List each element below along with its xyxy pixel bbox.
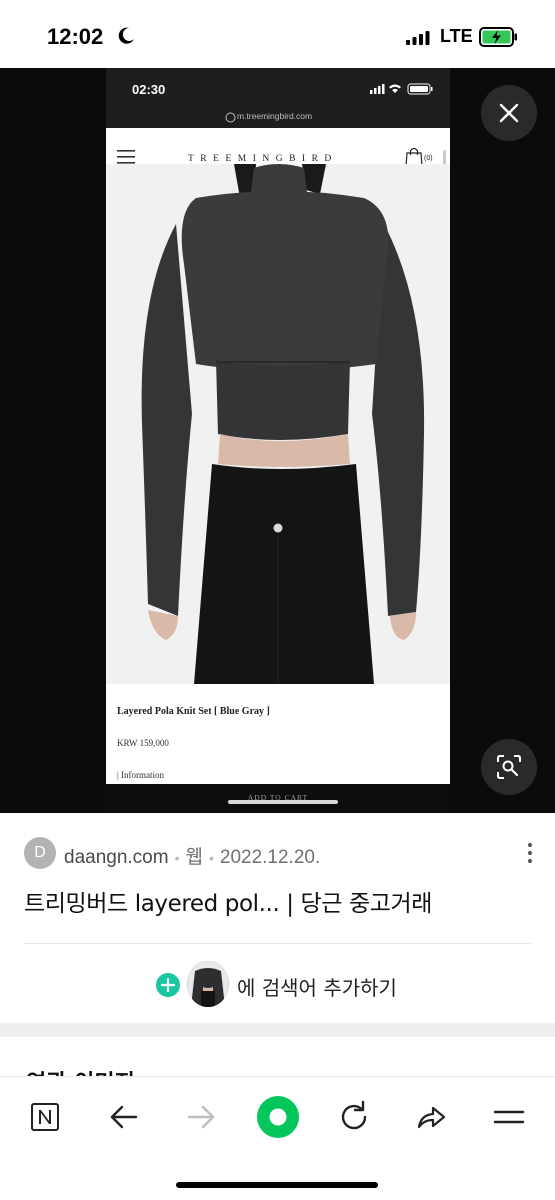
inner-time: 02:30	[132, 82, 166, 97]
query-image-thumbnail	[187, 961, 229, 1007]
close-icon	[499, 103, 519, 123]
signal-icon	[406, 31, 430, 45]
result-date: 2022.12.20.	[219, 847, 321, 868]
result-info: D daangn.com • 웹 • 2022.12.20. 트리밍버드 layered…	[0, 813, 555, 1023]
related-images-title: 연관 이미지	[26, 1065, 135, 1077]
inner-status-icons	[370, 83, 433, 95]
share-button[interactable]	[411, 1097, 451, 1137]
product-name: Layered Pola Knit Set [ Blue Gray ]	[117, 706, 270, 717]
brand-logo: TREEMINGBIRD	[188, 154, 338, 164]
image-viewer[interactable]: 02:30 m.treemingbird.com TREEMINGBIRD (0…	[0, 68, 555, 813]
menu-icon	[493, 1110, 525, 1124]
bottom-toolbar	[0, 1077, 555, 1200]
back-arrow-icon	[110, 1105, 138, 1129]
inner-nav: TREEMINGBIRD (0)	[106, 128, 450, 167]
forward-arrow-icon	[187, 1105, 215, 1129]
product-photo	[106, 164, 450, 684]
result-source[interactable]: daangn.com	[64, 847, 169, 868]
preview-image[interactable]: 02:30 m.treemingbird.com TREEMINGBIRD (0…	[106, 68, 450, 813]
naver-icon	[31, 1103, 59, 1131]
refresh-icon	[341, 1100, 367, 1130]
inner-url-bar: m.treemingbird.com	[106, 108, 450, 128]
home-indicator	[176, 1182, 378, 1188]
battery-charging-icon	[479, 27, 517, 47]
add-to-cart-bar: ADD TO CART	[106, 784, 450, 813]
related-images-section: 연관 이미지	[0, 1037, 555, 1077]
share-icon	[417, 1106, 446, 1129]
model-sweater-image	[106, 164, 450, 684]
menu-button[interactable]	[489, 1097, 529, 1137]
more-options-icon[interactable]	[520, 841, 540, 865]
result-title[interactable]: 트리밍버드 layered pol... | 당근 중고거래	[24, 884, 432, 918]
status-time: 12:02	[47, 24, 104, 49]
lock-icon	[225, 112, 236, 123]
close-button[interactable]	[481, 85, 537, 141]
section-separator	[0, 1023, 555, 1037]
home-green-icon	[257, 1096, 299, 1138]
add-search-term-label: 에 검색어 추가하기	[237, 976, 397, 1000]
lens-search-icon	[497, 755, 521, 779]
hamburger-icon	[117, 150, 135, 164]
result-type: 웹	[185, 847, 203, 868]
add-plus-icon	[156, 973, 180, 997]
naver-home-button[interactable]	[25, 1097, 65, 1137]
add-search-term-button[interactable]: 에 검색어 추가하기	[0, 961, 555, 1009]
product-info-label: | Information	[117, 770, 165, 780]
back-button[interactable]	[104, 1097, 144, 1137]
inner-status-bar: 02:30	[106, 68, 450, 108]
forward-button[interactable]	[181, 1097, 221, 1137]
lens-search-button[interactable]	[481, 739, 537, 795]
result-meta: daangn.com • 웹 • 2022.12.20.	[64, 847, 321, 868]
divider	[24, 943, 531, 944]
site-favicon: D	[24, 837, 56, 869]
bag-count: (0)	[424, 155, 433, 162]
status-bar: 12:02 LTE	[0, 0, 555, 68]
green-dot-button[interactable]	[256, 1095, 300, 1139]
product-price: KRW 159,000	[117, 738, 169, 748]
moon-icon	[118, 27, 134, 44]
inner-home-indicator	[228, 800, 338, 804]
network-label: LTE	[440, 26, 473, 46]
refresh-button[interactable]	[334, 1097, 374, 1137]
inner-url: m.treemingbird.com	[237, 111, 313, 121]
